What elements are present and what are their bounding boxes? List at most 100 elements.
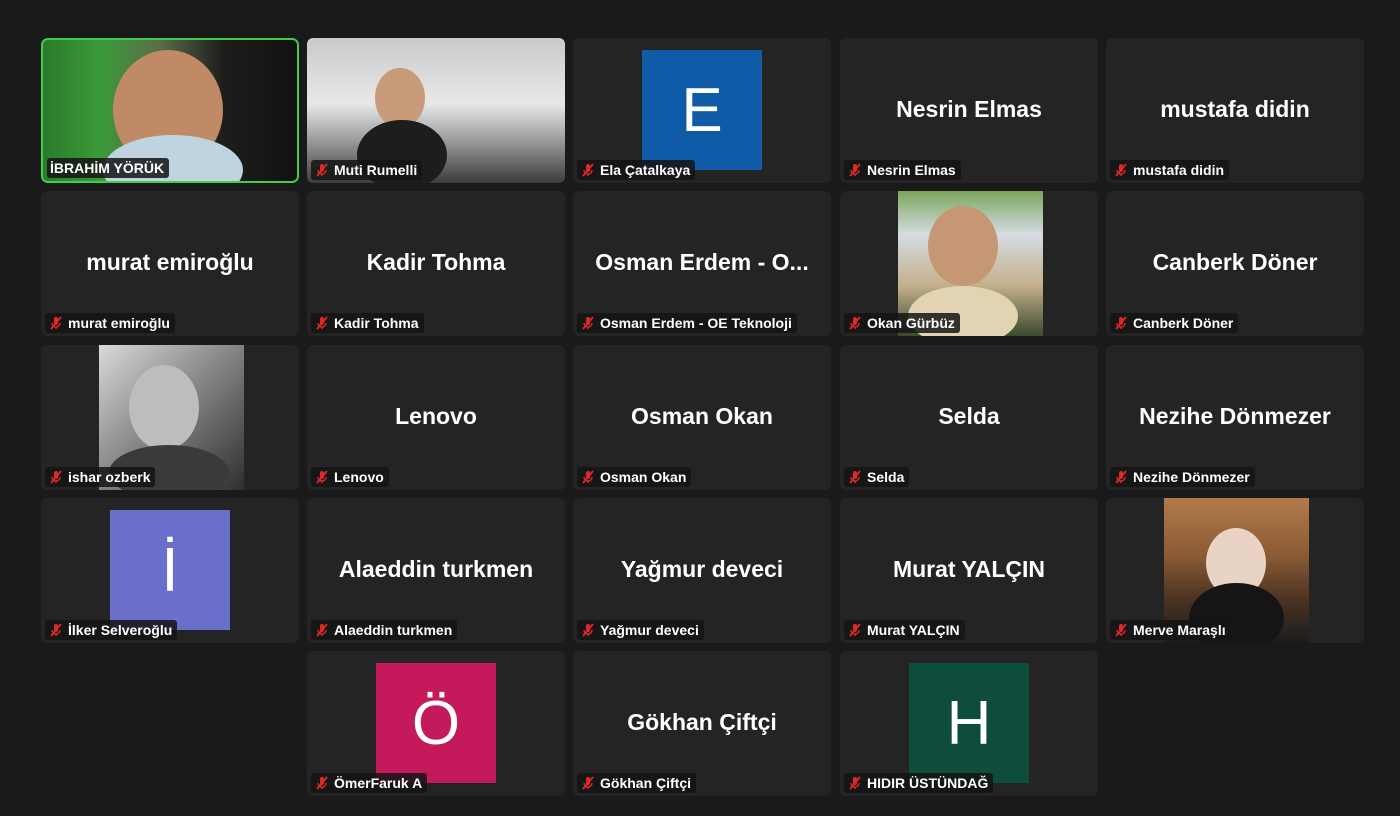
- participant-display-name: Lenovo: [395, 403, 477, 429]
- participant-name: İBRAHİM YÖRÜK: [50, 160, 165, 176]
- participant-name-label: Murat YALÇIN: [844, 620, 965, 640]
- participant-tile[interactable]: Gökhan Çiftçi Gökhan Çiftçi: [573, 651, 831, 796]
- mic-muted-icon: [1113, 315, 1129, 331]
- participant-name-label: Merve Maraşlı: [1110, 620, 1231, 640]
- participant-name: Kadir Tohma: [334, 315, 419, 331]
- participant-tile[interactable]: Kadir Tohma Kadir Tohma: [307, 191, 565, 336]
- mic-muted-icon: [847, 162, 863, 178]
- participant-name-label: Nesrin Elmas: [844, 160, 961, 180]
- participant-tile[interactable]: Lenovo Lenovo: [307, 345, 565, 490]
- participant-tile[interactable]: H HIDIR ÜSTÜNDAĞ: [840, 651, 1098, 796]
- participant-tile[interactable]: Osman Okan Osman Okan: [573, 345, 831, 490]
- mic-muted-icon: [580, 622, 596, 638]
- participant-name-label: Yağmur deveci: [577, 620, 704, 640]
- participant-name-label: İlker Selveroğlu: [45, 620, 178, 640]
- mic-muted-icon: [847, 622, 863, 638]
- participant-name-label: İBRAHİM YÖRÜK: [47, 158, 170, 178]
- mic-muted-icon: [314, 315, 330, 331]
- participant-name: Canberk Döner: [1133, 315, 1234, 331]
- participant-tile[interactable]: Selda Selda: [840, 345, 1098, 490]
- participant-name-label: Canberk Döner: [1110, 313, 1239, 333]
- participant-name-label: Ela Çatalkaya: [577, 160, 696, 180]
- avatar: Ö: [376, 663, 496, 783]
- participant-tile[interactable]: Merve Maraşlı: [1106, 498, 1364, 643]
- participant-display-name: Kadir Tohma: [366, 249, 506, 275]
- participant-tile[interactable]: Nesrin Elmas Nesrin Elmas: [840, 38, 1098, 183]
- mic-muted-icon: [1113, 469, 1129, 485]
- participant-name: Yağmur deveci: [600, 622, 699, 638]
- person-silhouette: [129, 365, 199, 450]
- participant-name: ishar ozberk: [68, 469, 151, 485]
- participant-name-label: Alaeddin turkmen: [311, 620, 458, 640]
- mic-muted-icon: [314, 469, 330, 485]
- participant-tile[interactable]: E Ela Çatalkaya: [573, 38, 831, 183]
- participant-tile[interactable]: Osman Erdem - O... Osman Erdem - OE Tekno…: [573, 191, 831, 336]
- participant-name: Murat YALÇIN: [867, 622, 960, 638]
- participant-name: Muti Rumelli: [334, 162, 418, 178]
- participant-name: ÖmerFaruk A: [334, 775, 423, 791]
- mic-muted-icon: [48, 469, 64, 485]
- participant-name: HIDIR ÜSTÜNDAĞ: [867, 775, 989, 791]
- participant-display-name: Nezihe Dönmezer: [1139, 403, 1331, 429]
- participant-name-label: Selda: [844, 467, 910, 487]
- participant-tile[interactable]: Canberk Döner Canberk Döner: [1106, 191, 1364, 336]
- participant-tile[interactable]: Ö ÖmerFaruk A: [307, 651, 565, 796]
- mic-muted-icon: [314, 622, 330, 638]
- participant-display-name: Osman Erdem - O...: [595, 249, 809, 275]
- participant-name: mustafa didin: [1133, 162, 1225, 178]
- participant-tile[interactable]: Yağmur deveci Yağmur deveci: [573, 498, 831, 643]
- participant-display-name: mustafa didin: [1160, 96, 1310, 122]
- participant-name-label: Kadir Tohma: [311, 313, 424, 333]
- participant-tile[interactable]: murat emiroğlu murat emiroğlu: [41, 191, 299, 336]
- participant-gallery: İBRAHİM YÖRÜK Muti Rumelli E Ela Çatalkaya N…: [0, 0, 1400, 816]
- participant-name: Nezihe Dönmezer: [1133, 469, 1250, 485]
- participant-name-label: Muti Rumelli: [311, 160, 423, 180]
- avatar: E: [642, 50, 762, 170]
- participant-tile[interactable]: Nezihe Dönmezer Nezihe Dönmezer: [1106, 345, 1364, 490]
- mic-muted-icon: [314, 775, 330, 791]
- mic-muted-icon: [48, 622, 64, 638]
- participant-name-label: Gökhan Çiftçi: [577, 773, 697, 793]
- mic-muted-icon: [580, 162, 596, 178]
- participant-name: Merve Maraşlı: [1133, 622, 1226, 638]
- participant-name-label: Lenovo: [311, 467, 389, 487]
- participant-name: murat emiroğlu: [68, 315, 170, 331]
- participant-name: Selda: [867, 469, 905, 485]
- person-silhouette: [375, 68, 425, 128]
- mic-muted-icon: [580, 315, 596, 331]
- participant-name-label: murat emiroğlu: [45, 313, 175, 333]
- participant-tile[interactable]: İ İlker Selveroğlu: [41, 498, 299, 643]
- participant-tile[interactable]: mustafa didin mustafa didin: [1106, 38, 1364, 183]
- mic-muted-icon: [48, 315, 64, 331]
- participant-display-name: Nesrin Elmas: [896, 96, 1042, 122]
- participant-tile[interactable]: İBRAHİM YÖRÜK: [41, 38, 299, 183]
- mic-muted-icon: [580, 469, 596, 485]
- mic-muted-icon: [314, 162, 330, 178]
- participant-name: Nesrin Elmas: [867, 162, 956, 178]
- participant-name-label: Osman Okan: [577, 467, 692, 487]
- participant-name-label: Nezihe Dönmezer: [1110, 467, 1255, 487]
- participant-name: Okan Gürbüz: [867, 315, 955, 331]
- participant-tile[interactable]: Murat YALÇIN Murat YALÇIN: [840, 498, 1098, 643]
- participant-name-label: ÖmerFaruk A: [311, 773, 428, 793]
- participant-display-name: Canberk Döner: [1152, 249, 1318, 275]
- participant-display-name: Alaeddin turkmen: [338, 556, 534, 582]
- participant-name: Gökhan Çiftçi: [600, 775, 692, 791]
- person-silhouette: [928, 206, 998, 286]
- participant-display-name: Yağmur deveci: [620, 556, 784, 582]
- participant-name: Osman Erdem - OE Teknoloji: [600, 315, 792, 331]
- participant-tile[interactable]: Okan Gürbüz: [840, 191, 1098, 336]
- mic-muted-icon: [1113, 622, 1129, 638]
- participant-tile[interactable]: Muti Rumelli: [307, 38, 565, 183]
- participant-display-name: Osman Okan: [631, 403, 773, 429]
- participant-name: Osman Okan: [600, 469, 687, 485]
- participant-name: Alaeddin turkmen: [334, 622, 453, 638]
- mic-muted-icon: [1113, 162, 1129, 178]
- participant-display-name: Selda: [938, 403, 1000, 429]
- avatar: İ: [110, 510, 230, 630]
- participant-tile[interactable]: ishar ozberk: [41, 345, 299, 490]
- participant-tile[interactable]: Alaeddin turkmen Alaeddin turkmen: [307, 498, 565, 643]
- mic-muted-icon: [847, 315, 863, 331]
- participant-display-name: Gökhan Çiftçi: [627, 709, 777, 735]
- participant-name: Ela Çatalkaya: [600, 162, 691, 178]
